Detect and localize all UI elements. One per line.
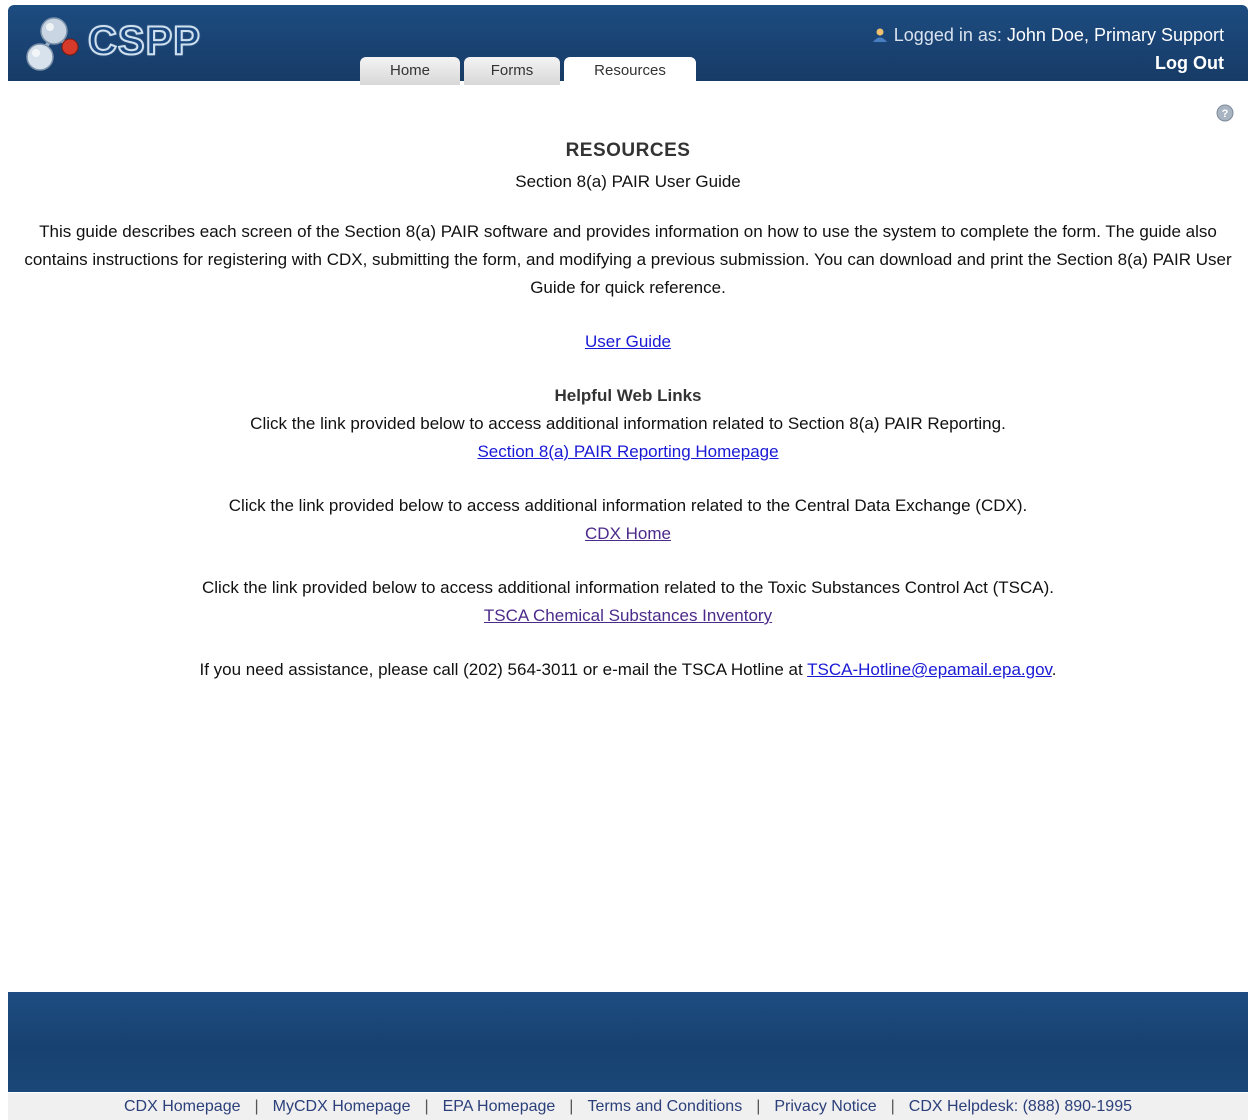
footer-epa-homepage[interactable]: EPA Homepage	[443, 1098, 556, 1115]
footer-mycdx-homepage[interactable]: MyCDX Homepage	[273, 1098, 411, 1115]
molecule-logo-icon	[26, 17, 79, 71]
assistance-label: If you need assistance, please call (202…	[199, 660, 803, 679]
page-subtitle: Section 8(a) PAIR User Guide	[515, 172, 741, 191]
logout-link[interactable]: Log Out	[1155, 53, 1224, 74]
pair-homepage-link[interactable]: Section 8(a) PAIR Reporting Homepage	[477, 442, 778, 461]
user-guide-link[interactable]: User Guide	[585, 332, 671, 351]
tab-home[interactable]: Home	[360, 57, 460, 85]
cdx-info-text: Click the link provided below to access …	[228, 496, 1028, 515]
footer-separator: |	[569, 1098, 574, 1115]
footer-cdx-homepage[interactable]: CDX Homepage	[124, 1098, 241, 1115]
footer-separator: |	[890, 1098, 895, 1115]
footer-links: CDX Homepage | MyCDX Homepage | EPA Homepage…	[8, 1093, 1248, 1120]
tsca-inventory-link[interactable]: TSCA Chemical Substances Inventory	[484, 606, 772, 625]
assistance-period: .	[1051, 660, 1057, 679]
tab-forms[interactable]: Forms	[464, 57, 560, 85]
assistance-text: If you need assistance, please call (202…	[8, 656, 1248, 684]
footer-privacy[interactable]: Privacy Notice	[774, 1098, 876, 1115]
user-icon	[872, 28, 887, 42]
footer-separator: |	[424, 1098, 429, 1115]
tab-resources[interactable]: Resources	[564, 57, 696, 87]
login-status: Logged in as: John Doe, Primary Support	[872, 25, 1224, 46]
helpful-links-heading: Helpful Web Links	[554, 386, 702, 405]
footer-separator: |	[254, 1098, 259, 1115]
footer-separator: |	[756, 1098, 761, 1115]
app-logo-text: CSPP	[87, 18, 201, 64]
guide-description: This guide describes each screen of the …	[24, 222, 1232, 297]
svg-text:?: ?	[1222, 108, 1229, 120]
main-content: RESOURCES Section 8(a) PAIR User Guide T…	[8, 140, 1248, 684]
help-icon[interactable]: ?	[1216, 104, 1234, 122]
cdx-home-link[interactable]: CDX Home	[585, 524, 671, 543]
hotline-email-link[interactable]: TSCA-Hotline@epamail.epa.gov	[807, 660, 1052, 679]
user-name: John Doe, Primary Support	[1006, 25, 1224, 45]
tsca-info-text: Click the link provided below to access …	[202, 578, 1054, 597]
footer-helpdesk[interactable]: CDX Helpdesk: (888) 890-1995	[909, 1098, 1132, 1115]
footer-terms[interactable]: Terms and Conditions	[587, 1098, 742, 1115]
footer-band	[8, 992, 1248, 1092]
page-title: RESOURCES	[565, 140, 691, 161]
pair-info-text: Click the link provided below to access …	[250, 414, 1006, 433]
app-header: CSPP Home Forms Resources Logged in as: …	[8, 5, 1248, 87]
login-label: Logged in as:	[893, 25, 1002, 45]
